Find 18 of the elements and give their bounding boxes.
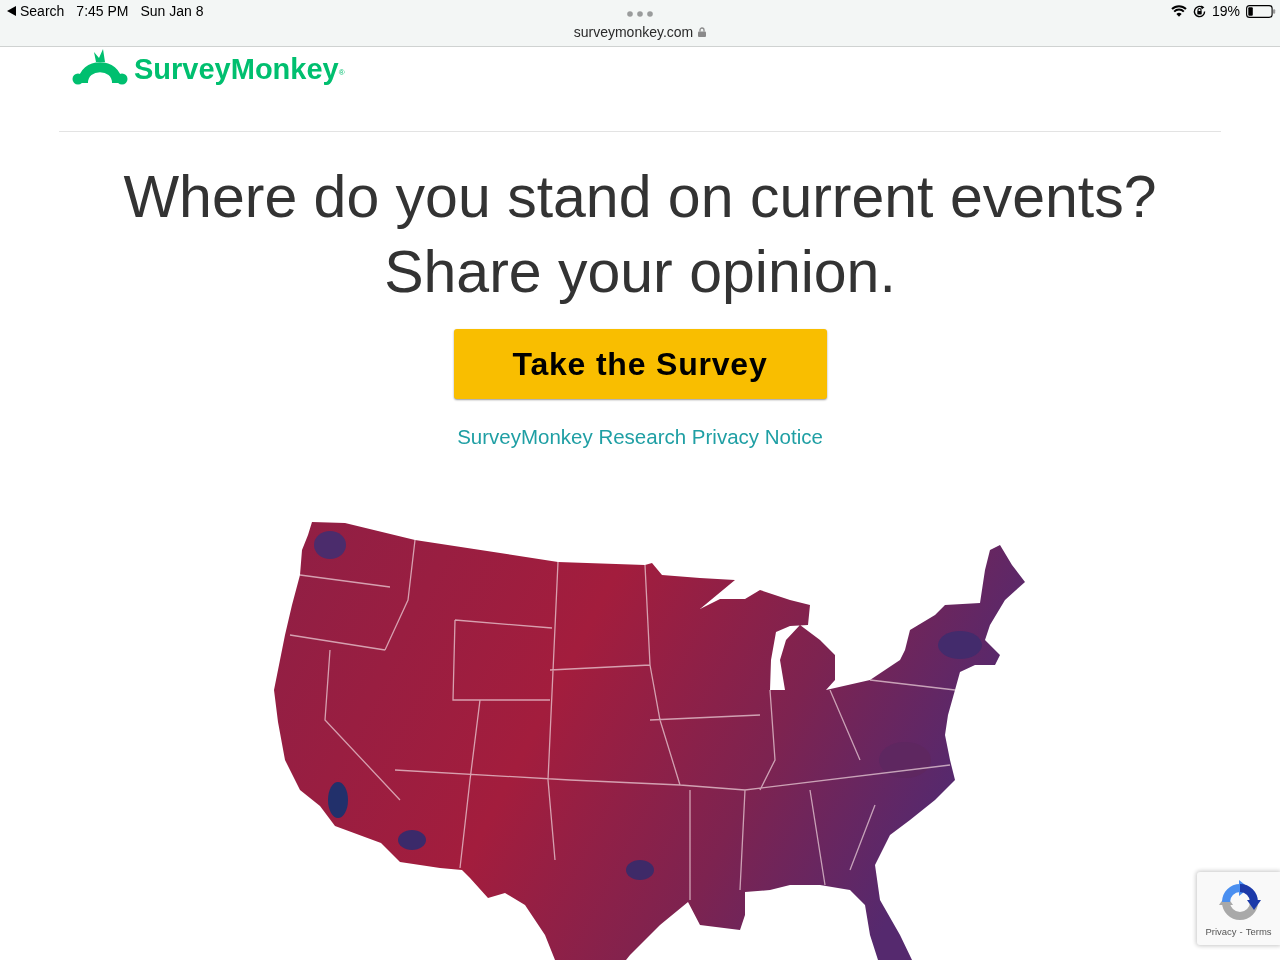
headline-text: Share your opinion. bbox=[384, 238, 896, 307]
address-text[interactable]: surveymonkey.com bbox=[573, 24, 694, 40]
status-date: Sun Jan 8 bbox=[140, 2, 204, 20]
recaptcha-link[interactable]: Terms bbox=[1245, 926, 1272, 938]
lock-icon bbox=[698, 27, 707, 37]
more-dots-icon[interactable] bbox=[627, 11, 653, 17]
back-to-search-button[interactable]: Search bbox=[7, 2, 65, 20]
status-time: 7:45 PM bbox=[76, 2, 129, 20]
battery-icon bbox=[1246, 4, 1276, 18]
take-survey-button[interactable]: Take the Survey bbox=[453, 329, 827, 399]
wifi-icon bbox=[1170, 5, 1187, 17]
back-triangle-icon bbox=[7, 6, 16, 16]
recaptcha-link[interactable]: Privacy bbox=[1205, 926, 1237, 938]
battery-percent: 19% bbox=[1211, 2, 1240, 20]
headline-text: Where do you stand on current events? bbox=[123, 163, 1157, 232]
rotation-lock-icon bbox=[1192, 4, 1206, 18]
link-separator: - bbox=[1239, 926, 1243, 938]
logo-wordmark: SurveyMonkey$^{®}$ bbox=[134, 55, 345, 84]
